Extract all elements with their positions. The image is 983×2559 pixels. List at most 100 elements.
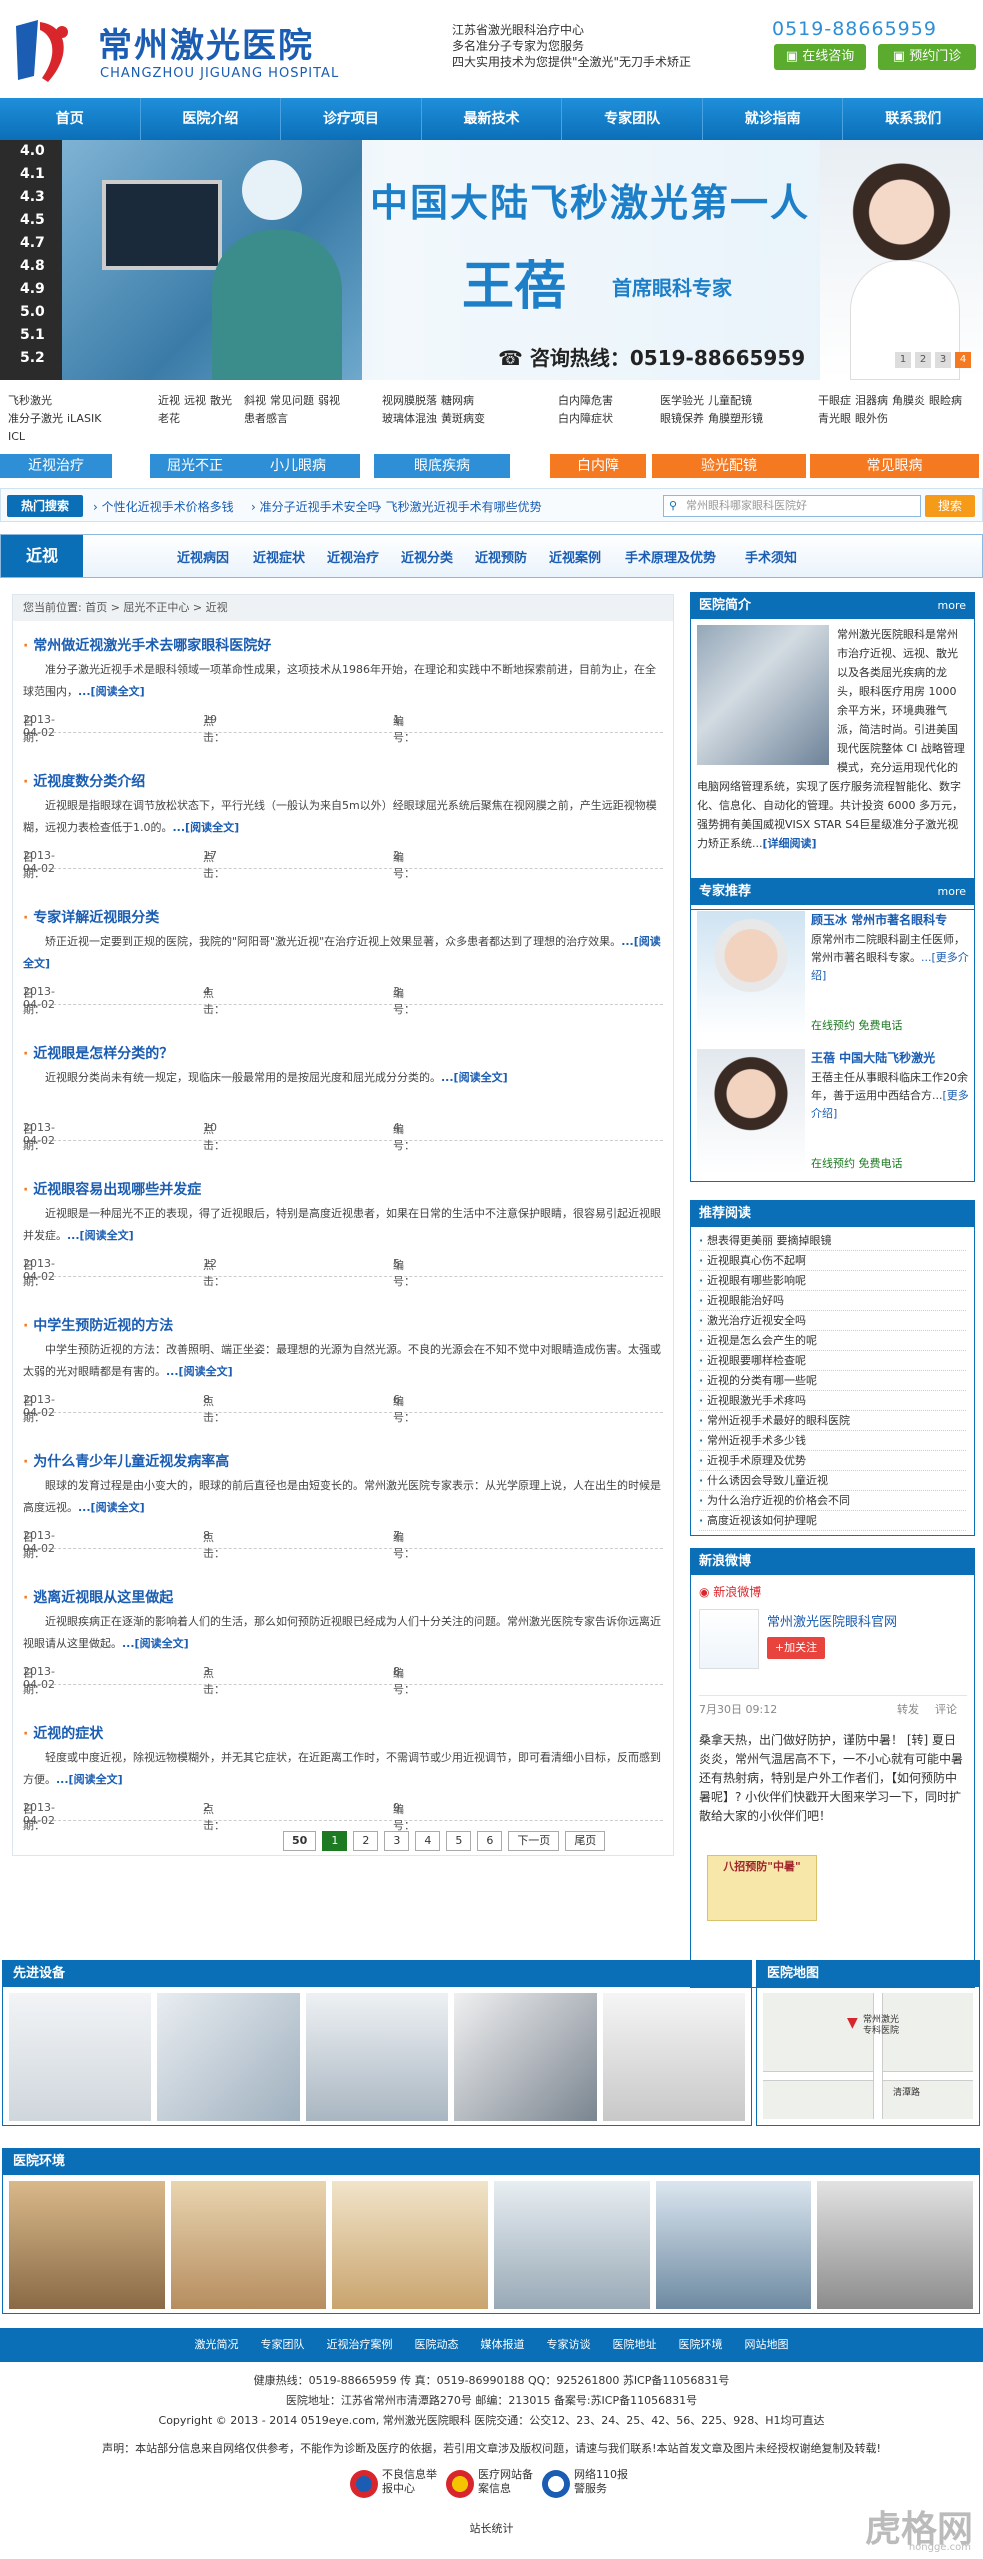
article-title[interactable]: · 近视度数分类介绍 [23,771,663,791]
read-more-link[interactable]: ...[阅读全文] [122,1637,189,1650]
reading-item[interactable]: 激光治疗近视安全吗 [699,1311,966,1331]
reading-item[interactable]: 近视眼有哪些影响呢 [699,1271,966,1291]
banner-dot[interactable]: 3 [935,352,951,368]
nav-technology[interactable]: 最新技术 [422,98,563,140]
footer-nav-link[interactable]: 专家访谈 [547,2328,591,2362]
read-more-link[interactable]: ...[阅读全文] [173,821,240,834]
category-link[interactable]: 白内障症状 [558,410,613,428]
weibo-comment-link[interactable]: 评论 [935,1701,957,1717]
reading-item[interactable]: 近视手术原理及优势 [699,1451,966,1471]
footer-nav-link[interactable]: 激光简况 [195,2328,239,2362]
footer-nav-link[interactable]: 媒体报道 [481,2328,525,2362]
category-link[interactable]: 常见问题 [270,392,314,410]
environment-photo[interactable] [817,2181,974,2309]
subnav-item[interactable]: 手术原理及优势 [625,547,716,566]
reading-item[interactable]: 什么诱因会导致儿童近视 [699,1471,966,1491]
read-more-link[interactable]: ...[阅读全文] [56,1773,123,1786]
equipment-photo[interactable] [602,1993,746,2121]
expert-name[interactable]: 王蓓 中国大陆飞秒激光 [811,1049,935,1066]
category-link[interactable]: 医学验光 [660,392,704,410]
equipment-photo[interactable] [454,1993,597,2121]
category-link[interactable]: 眼外伤 [855,410,888,428]
expert-card[interactable]: 顾玉冰 常州市著名眼科专 原常州市二院眼科副主任医师，常州市著名眼科专家。...… [691,905,974,1043]
category-link[interactable]: 儿童配镜 [708,392,752,410]
reading-item[interactable]: 常州近视手术多少钱 [699,1431,966,1451]
subnav-item[interactable]: 近视病因 [177,547,229,566]
reading-item[interactable]: 近视的分类有哪一些呢 [699,1371,966,1391]
category-title[interactable]: 屈光不正 [150,454,240,478]
category-link[interactable]: 角膜塑形镜 [708,410,763,428]
subnav-item[interactable]: 近视预防 [475,547,527,566]
read-more-link[interactable]: ...[阅读全文] [441,1071,508,1084]
weibo-avatar[interactable] [699,1609,759,1669]
category-title[interactable]: 小儿眼病 [236,454,360,478]
article-title[interactable]: · 常州做近视激光手术去哪家眼科医院好 [23,635,663,655]
equipment-photo[interactable] [305,1993,449,2121]
read-more-link[interactable]: ...[阅读全文] [166,1365,233,1378]
read-more-link[interactable]: [详细阅读] [763,837,817,850]
banner-dot[interactable]: 1 [895,352,911,368]
more-link[interactable]: more [938,593,967,619]
environment-photo[interactable] [332,2181,489,2309]
category-link[interactable]: 飞秒激光 [8,392,52,410]
page-link[interactable]: 1 [322,1831,348,1851]
banner-dot[interactable]: 2 [915,352,931,368]
online-consult-button[interactable]: ▣ 在线咨询 [774,44,866,70]
reading-item[interactable]: 为什么治疗近视的价格会不同 [699,1491,966,1511]
reading-item[interactable]: 近视眼真心伤不起啊 [699,1251,966,1271]
page-link[interactable]: 3 [384,1831,410,1851]
footer-nav-link[interactable]: 近视治疗案例 [327,2328,393,2362]
expert-consult-link[interactable]: 在线预约 免费电话 [811,1155,903,1171]
search-button[interactable]: 搜索 [925,495,975,517]
nav-guide[interactable]: 就诊指南 [703,98,844,140]
reading-item[interactable]: 高度近视该如何护理呢 [699,1511,966,1531]
article-title[interactable]: · 专家详解近视眼分类 [23,907,663,927]
page-link[interactable]: 6 [477,1831,503,1851]
nav-services[interactable]: 诊疗项目 [281,98,422,140]
footer-nav-link[interactable]: 网站地图 [745,2328,789,2362]
article-title[interactable]: · 为什么青少年儿童近视发病率高 [23,1451,663,1471]
read-more-link[interactable]: ...[阅读全文] [78,1501,145,1514]
hospital-map[interactable]: ▼ 常州激光 专科医院 清潭路 [763,1993,973,2119]
nav-about[interactable]: 医院介绍 [141,98,282,140]
weibo-post-image[interactable]: 八招预防"中暑" [707,1855,817,1921]
category-link[interactable]: iLASIK [67,410,101,428]
equipment-photo[interactable] [9,1993,152,2121]
category-link[interactable]: 泪器病 [855,392,888,410]
page-link[interactable]: 4 [415,1831,441,1851]
reading-item[interactable]: 近视眼要哪样检查呢 [699,1351,966,1371]
environment-photo[interactable] [9,2181,165,2309]
subnav-item[interactable]: 近视分类 [401,547,453,566]
expert-name[interactable]: 顾玉冰 常州市著名眼科专 [811,911,947,928]
article-title[interactable]: · 近视眼是怎样分类的？ [23,1043,663,1063]
expert-consult-link[interactable]: 在线预约 免费电话 [811,1017,903,1033]
subnav-item[interactable]: 手术须知 [745,547,797,566]
nav-contact[interactable]: 联系我们 [843,98,983,140]
category-title[interactable]: 常见眼病 [810,454,979,478]
reading-item[interactable]: 常州近视手术最好的眼科医院 [699,1411,966,1431]
hot-search-link[interactable]: › 飞秒激光近视手术有哪些优势 [377,498,542,515]
category-link[interactable]: 患者感言 [244,410,288,428]
environment-photo[interactable] [655,2181,812,2309]
article-title[interactable]: · 逃离近视眼从这里做起 [23,1587,663,1607]
category-link[interactable]: 散光 [210,392,232,410]
category-link[interactable]: 近视 [158,392,180,410]
environment-photo[interactable] [494,2181,650,2309]
category-link[interactable]: ICL [8,428,25,446]
subnav-item[interactable]: 近视案例 [549,547,601,566]
category-title[interactable]: 眼底疾病 [374,454,510,478]
read-more-link[interactable]: ...[阅读全文] [78,685,145,698]
reading-item[interactable]: 近视眼激光手术疼吗 [699,1391,966,1411]
article-title[interactable]: · 近视眼容易出现哪些并发症 [23,1179,663,1199]
environment-photo[interactable] [170,2181,327,2309]
page-link[interactable]: 尾页 [565,1831,606,1851]
category-title[interactable]: 验光配镜 [652,454,806,478]
category-link[interactable]: 玻璃体混浊 [382,410,437,428]
category-link[interactable]: 弱视 [318,392,340,410]
category-link[interactable]: 干眼症 [818,392,851,410]
category-link[interactable]: 角膜炎 [892,392,925,410]
category-link[interactable]: 准分子激光 [8,410,63,428]
hero-banner[interactable]: 4.0 4.1 4.3 4.5 4.7 4.8 4.9 5.0 5.1 5.2 中国大陆飞秒激光第… [0,140,983,380]
category-link[interactable]: 斜视 [244,392,266,410]
nav-experts[interactable]: 专家团队 [562,98,703,140]
